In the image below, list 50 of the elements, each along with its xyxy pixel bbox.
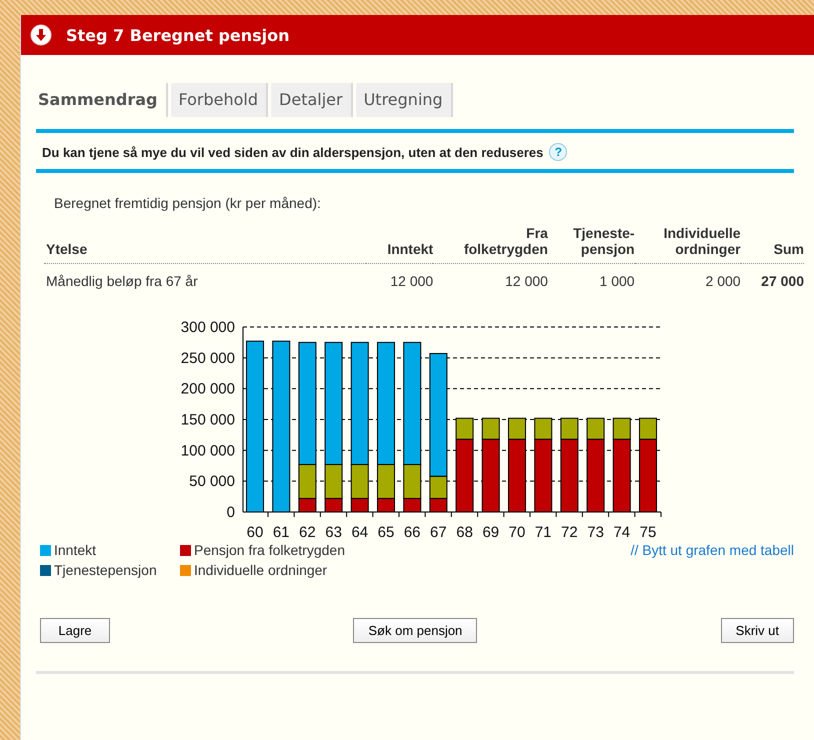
x-tick-label: 66 <box>404 524 421 541</box>
x-tick-label: 72 <box>561 524 578 541</box>
x-tick-label: 60 <box>246 524 264 541</box>
x-tick-label: 75 <box>640 524 656 541</box>
tab[interactable]: Forbehold <box>170 83 268 117</box>
column-header: Ytelse <box>44 225 366 264</box>
x-tick-label: 64 <box>351 524 368 541</box>
table-cell: 2 000 <box>634 264 741 298</box>
column-header: Individuelle ordninger <box>634 225 741 264</box>
tab[interactable]: Sammendrag <box>36 83 168 117</box>
legend-label: Tjenestepensjon <box>54 562 157 578</box>
y-tick-label: 100 000 <box>180 442 235 460</box>
legend-label: Pensjon fra folketrygden <box>194 542 345 558</box>
table-cell: 12 000 <box>433 264 548 298</box>
x-tick-label: 69 <box>482 524 500 541</box>
y-tick-label: 200 000 <box>180 380 235 398</box>
section-title: Steg 7 Beregnet pensjon <box>66 26 290 44</box>
action-button[interactable]: Lagre <box>40 618 110 643</box>
y-tick-label: 0 <box>226 504 235 521</box>
x-tick-label: 67 <box>430 524 447 541</box>
x-tick-label: 73 <box>587 524 604 541</box>
table-cell: 27 000 <box>740 264 804 298</box>
y-tick-label: 50 000 <box>189 473 235 490</box>
y-tick-label: 300 000 <box>180 319 235 336</box>
y-tick-label: 250 000 <box>180 350 235 367</box>
action-button[interactable]: Søk om pensjon <box>353 618 478 643</box>
action-button[interactable]: Skriv ut <box>720 618 794 643</box>
x-tick-label: 70 <box>508 524 526 541</box>
column-header: Sum <box>740 225 804 264</box>
x-tick-label: 65 <box>378 524 394 541</box>
column-header: Fra folketrygden <box>433 225 548 264</box>
legend-label: Individuelle ordninger <box>194 562 328 578</box>
swap-link[interactable]: // Bytt ut grafen med tabell <box>630 542 794 558</box>
column-header: Tjeneste- pensjon <box>548 225 635 264</box>
x-tick-label: 74 <box>613 524 630 541</box>
tab[interactable]: Detaljer <box>271 83 353 117</box>
legend-label: Inntekt <box>54 542 96 558</box>
notice-text: Du kan tjene så mye du vil ved siden av din alderspensjon, uten at den reduseres <box>42 144 544 160</box>
x-tick-label: 61 <box>272 524 290 541</box>
table-cell: 12 000 <box>366 264 434 298</box>
x-tick-label: 63 <box>325 524 342 541</box>
x-tick-label: 71 <box>534 524 552 541</box>
tab[interactable]: Utregning <box>356 83 453 117</box>
table-cell: Månedlig beløp fra 67 år <box>44 264 366 298</box>
y-tick-label: 150 000 <box>180 412 235 428</box>
x-tick-label: 62 <box>299 524 316 541</box>
table-cell: 1 000 <box>548 264 635 298</box>
column-header: Inntekt <box>366 225 434 264</box>
x-tick-label: 68 <box>456 524 473 541</box>
intro-text: Beregnet fremtidig pensjon (kr per måned): <box>54 195 322 211</box>
